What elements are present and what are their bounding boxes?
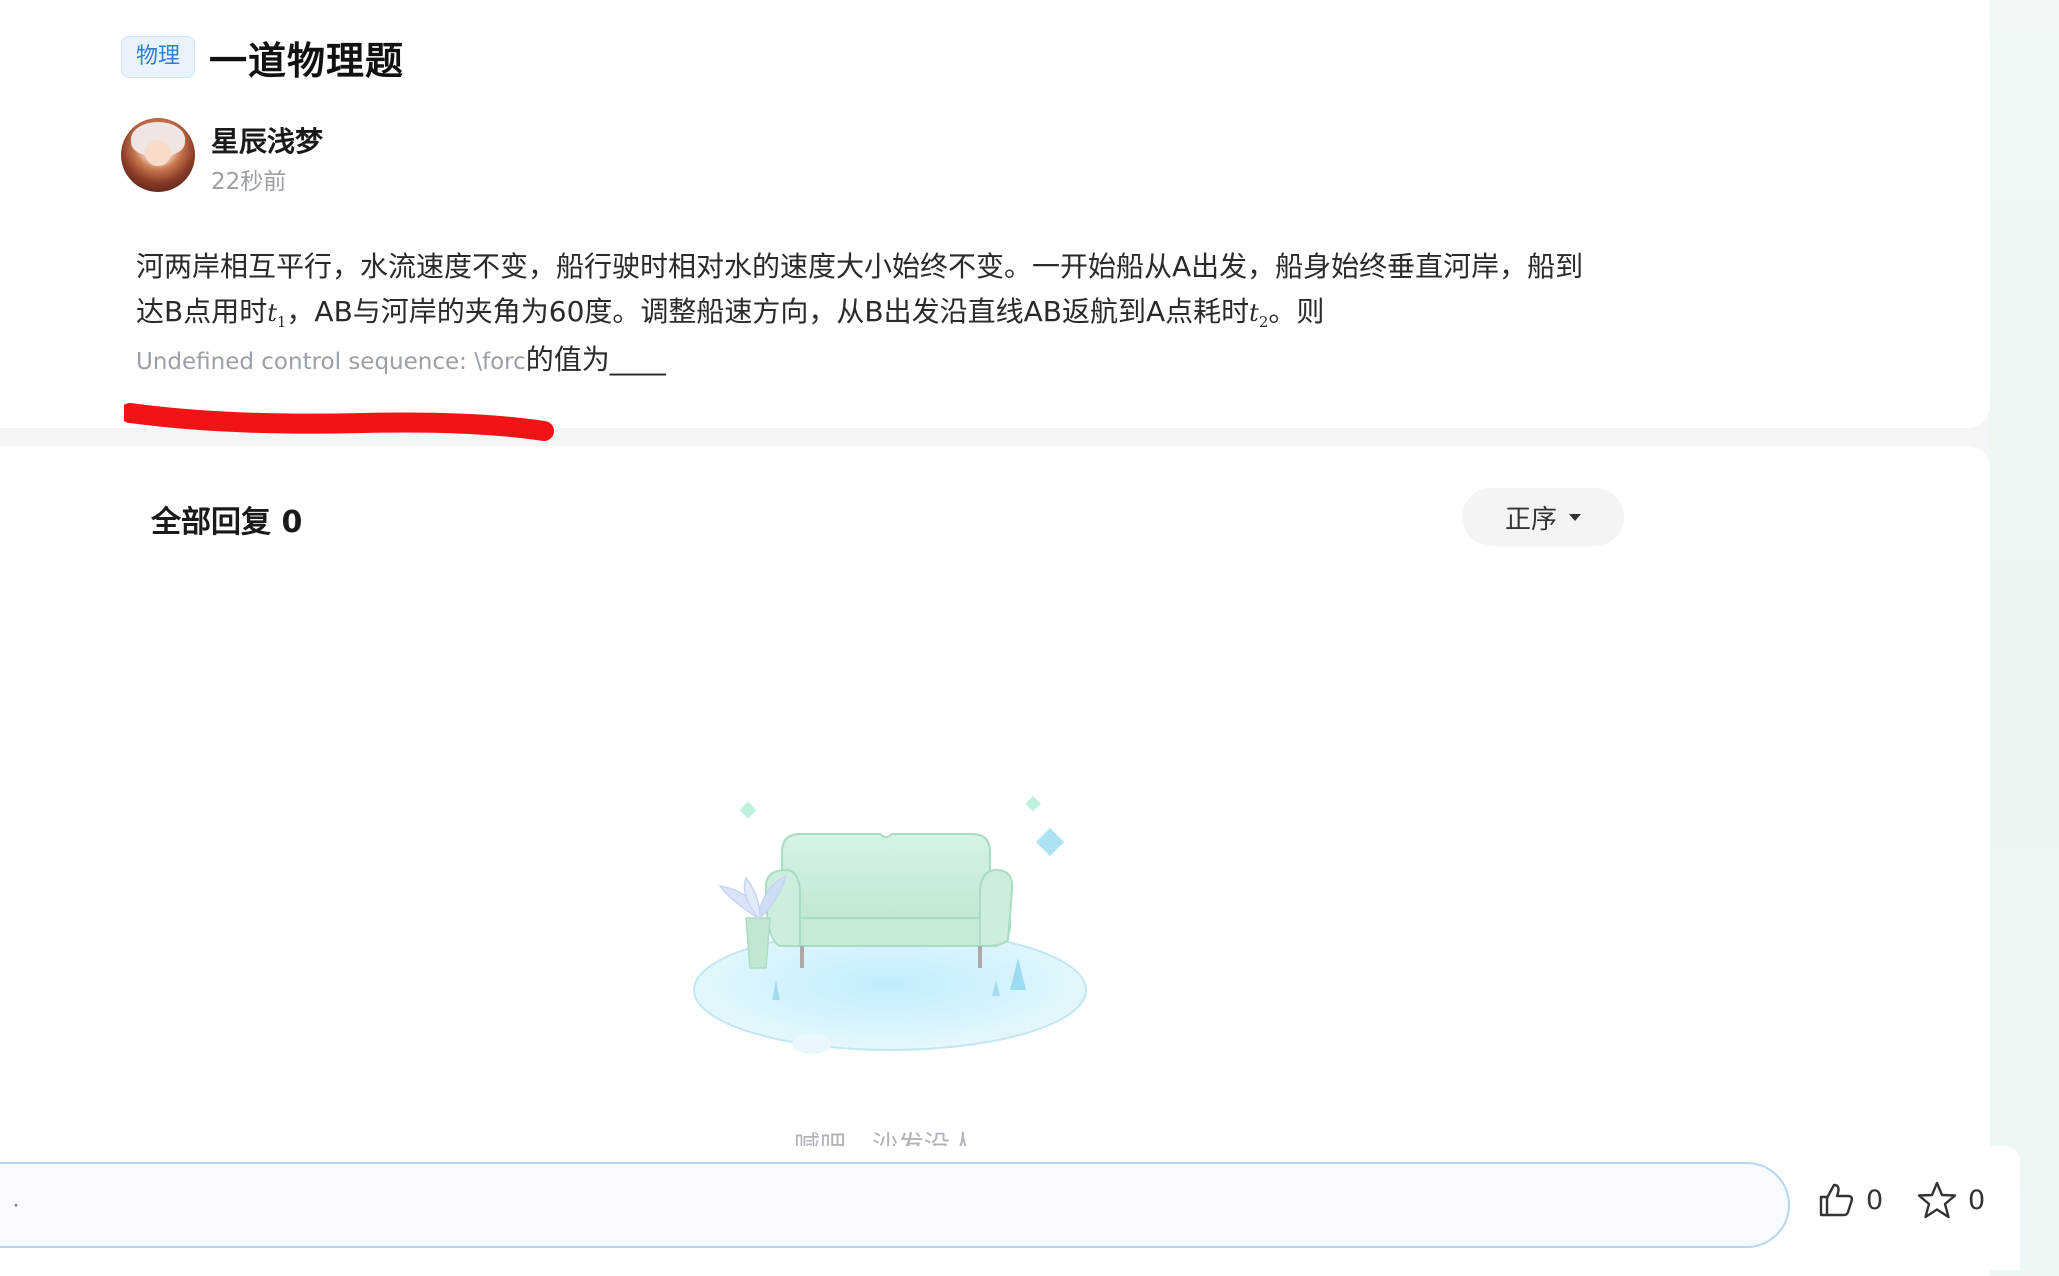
math-t2-sub: 2: [1258, 312, 1269, 331]
like-button[interactable]: 0: [1816, 1180, 1883, 1220]
empty-replies-text: 喊吧，沙发没人: [794, 1131, 977, 1148]
post-title: 一道物理题: [209, 38, 405, 83]
like-count: 0: [1866, 1184, 1884, 1216]
author-name[interactable]: 星辰浅梦: [211, 120, 323, 160]
math-t1-base: t: [267, 299, 277, 327]
right-background: [1990, 0, 2059, 1275]
comment-input[interactable]: [0, 1162, 1790, 1248]
sort-label: 正序: [1504, 504, 1557, 535]
post-body-text: 。则: [1268, 295, 1325, 328]
star-icon: [1917, 1181, 1957, 1219]
latex-error-line: Undefined control sequence: \forc的值为____: [136, 340, 666, 382]
math-t2-base: t: [1249, 299, 1259, 327]
math-t1: t1: [267, 299, 286, 331]
post-body-text: ，AB与河岸的夹角为60度。调整船速方向，从B出发沿直线AB返航到A点耗时: [286, 295, 1250, 328]
bottom-action-bar: 0 0: [0, 1146, 2020, 1270]
caret-down-icon: [1569, 513, 1581, 521]
avatar[interactable]: [121, 118, 195, 192]
latex-error-message: Undefined control sequence: \forc: [136, 349, 526, 375]
avatar-face: [145, 140, 171, 166]
sort-button[interactable]: 正序: [1462, 488, 1624, 546]
favorite-button[interactable]: 0: [1916, 1180, 1985, 1220]
subject-tag[interactable]: 物理: [121, 36, 196, 78]
replies-title: 全部回复 0: [151, 505, 303, 540]
post-body: 河两岸相互平行，水流速度不变，船行驶时相对水的速度大小始终不变。一开始船从A出发…: [136, 244, 1646, 345]
thumbs-up-icon: [1819, 1183, 1854, 1217]
post-body-text: 达B点用时: [136, 295, 268, 328]
post-time: 22秒前: [211, 169, 287, 195]
post-body-tail: 的值为____: [525, 343, 666, 376]
favorite-count: 0: [1968, 1184, 1986, 1216]
math-t2: t2: [1249, 299, 1268, 331]
post-body-line-2: 达B点用时t1，AB与河岸的夹角为60度。调整船速方向，从B出发沿直线AB返航到…: [136, 289, 1646, 345]
post-body-line-1: 河两岸相互平行，水流速度不变，船行驶时相对水的速度大小始终不变。一开始船从A出发…: [136, 250, 1584, 283]
math-t1-sub: 1: [276, 312, 287, 331]
sofa-illustration: [693, 795, 1087, 1054]
post-card: 物理 一道物理题 星辰浅梦 22秒前 河两岸相互平行，水流速度不变，船行驶时相对…: [0, 0, 1990, 441]
post-header: 物理 一道物理题: [121, 32, 405, 83]
